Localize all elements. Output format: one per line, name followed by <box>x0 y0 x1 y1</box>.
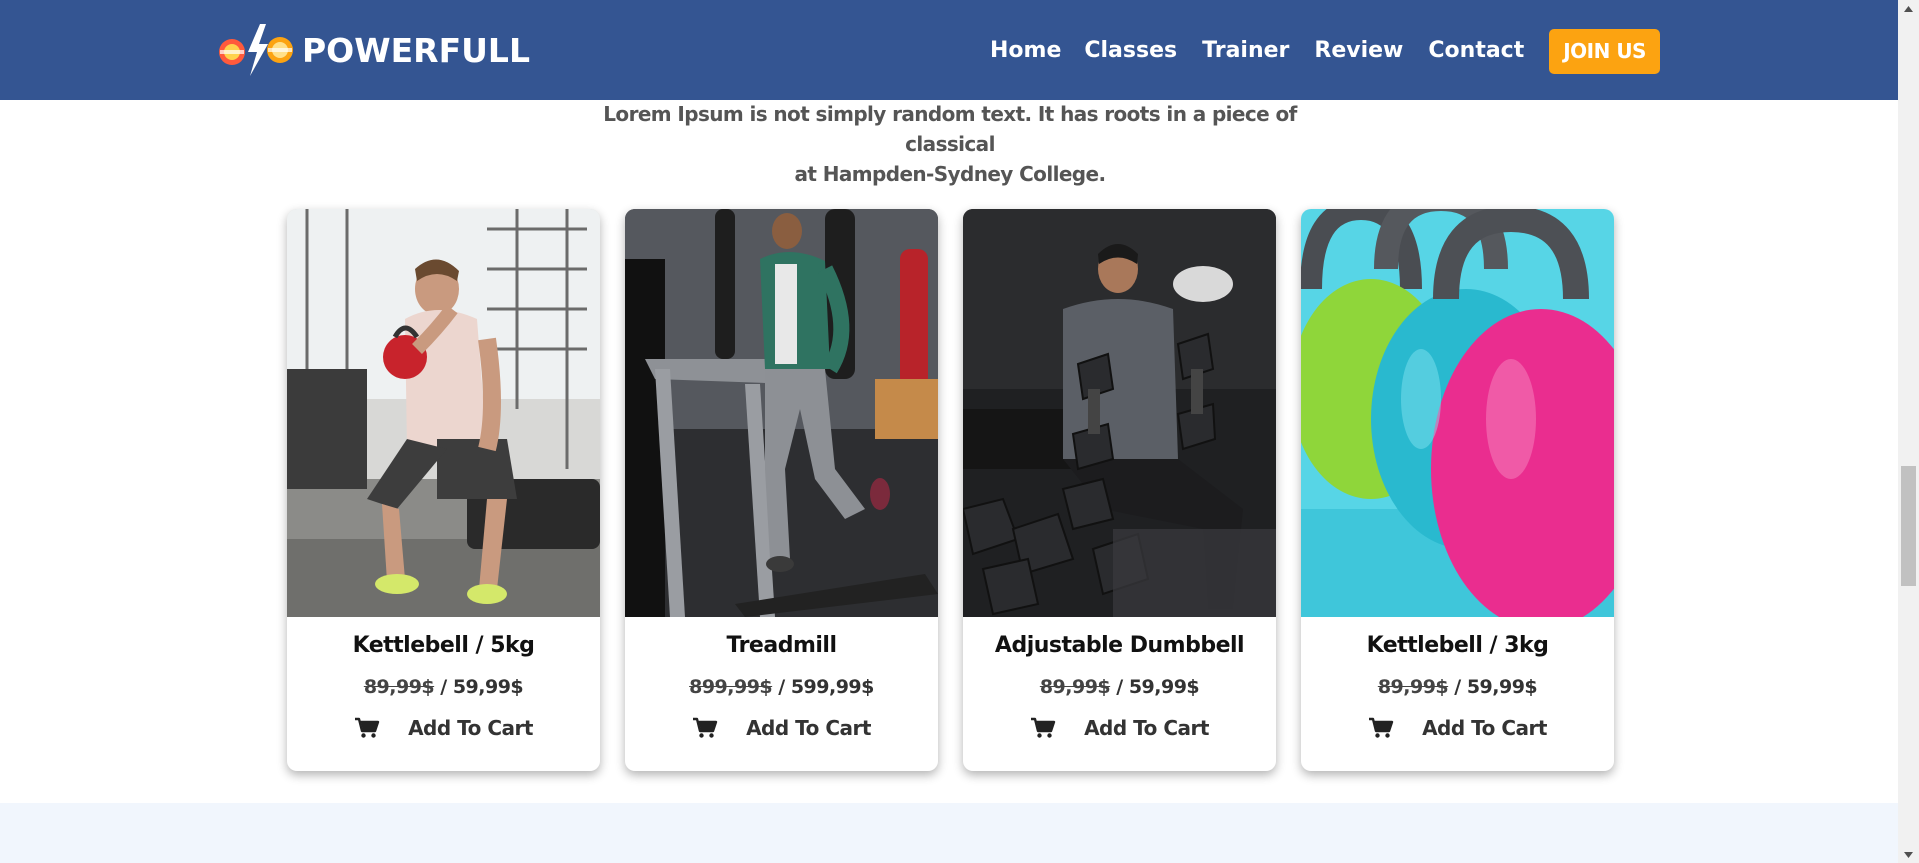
nav-classes[interactable]: Classes <box>1084 28 1177 74</box>
add-to-cart-button[interactable]: Add To Cart <box>1301 716 1614 740</box>
nav-contact[interactable]: Contact <box>1428 28 1524 74</box>
intro-line-1: Lorem Ipsum is not simply random text. I… <box>603 102 1297 156</box>
product-title: Kettlebell / 3kg <box>1366 633 1549 658</box>
intro-line-2: at Hampden-Sydney College. <box>794 162 1107 186</box>
add-to-cart-label: Add To Cart <box>746 716 871 740</box>
price-separator: / <box>1110 676 1129 698</box>
product-price: 899,99$ / 599,99$ <box>625 675 938 699</box>
logo-mark-icon <box>219 24 293 76</box>
navbar: POWERFULL Home Classes Trainer Review Co… <box>0 0 1898 100</box>
old-price: 89,99$ <box>1039 676 1111 698</box>
product-card: Treadmill 899,99$ / 599,99$ Add To Cart <box>625 209 938 771</box>
product-title: Adjustable Dumbbell <box>994 633 1245 658</box>
join-us-button[interactable]: JOIN US <box>1549 28 1660 74</box>
man-on-treadmill-photo <box>625 209 938 617</box>
colored-kettlebells-photo <box>1301 209 1614 617</box>
old-price: 89,99$ <box>1377 676 1449 698</box>
logo-text: POWERFULL <box>302 30 530 70</box>
product-price: 89,99$ / 59,99$ <box>963 675 1276 699</box>
logo[interactable]: POWERFULL <box>214 22 530 78</box>
scroll-down-arrow-icon[interactable] <box>1898 846 1919 863</box>
man-with-dumbbells-photo <box>963 209 1276 617</box>
product-card: Kettlebell / 5kg 89,99$ / 59,99$ Add To … <box>287 209 600 771</box>
cart-icon <box>355 717 380 738</box>
product-price: 89,99$ / 59,99$ <box>1301 675 1614 699</box>
new-price: 59,99$ <box>1466 676 1538 698</box>
add-to-cart-button[interactable]: Add To Cart <box>625 716 938 740</box>
nav-trainer[interactable]: Trainer <box>1202 28 1289 74</box>
new-price: 599,99$ <box>790 676 875 698</box>
vertical-scrollbar[interactable] <box>1898 0 1919 863</box>
old-price: 899,99$ <box>689 676 773 698</box>
add-to-cart-label: Add To Cart <box>408 716 533 740</box>
product-price: 89,99$ / 59,99$ <box>287 675 600 699</box>
scroll-up-arrow-icon[interactable] <box>1898 0 1919 17</box>
price-separator: / <box>434 676 453 698</box>
nav-home[interactable]: Home <box>990 28 1061 74</box>
product-title: Treadmill <box>726 633 837 658</box>
new-price: 59,99$ <box>452 676 524 698</box>
page: POWERFULL Home Classes Trainer Review Co… <box>0 0 1898 863</box>
add-to-cart-button[interactable]: Add To Cart <box>963 716 1276 740</box>
add-to-cart-label: Add To Cart <box>1422 716 1547 740</box>
cart-icon <box>1031 717 1056 738</box>
product-list: Kettlebell / 5kg 89,99$ / 59,99$ Add To … <box>287 209 1614 771</box>
cart-icon <box>1369 717 1394 738</box>
product-card: Adjustable Dumbbell 89,99$ / 59,99$ Add … <box>963 209 1276 771</box>
product-card: Kettlebell / 3kg 89,99$ / 59,99$ Add To … <box>1301 209 1614 771</box>
add-to-cart-button[interactable]: Add To Cart <box>287 716 600 740</box>
add-to-cart-label: Add To Cart <box>1084 716 1209 740</box>
price-separator: / <box>772 676 791 698</box>
price-separator: / <box>1448 676 1467 698</box>
new-price: 59,99$ <box>1128 676 1200 698</box>
cart-icon <box>693 717 718 738</box>
man-with-kettlebell-photo <box>287 209 600 617</box>
old-price: 89,99$ <box>363 676 435 698</box>
main-nav: Home Classes Trainer Review Contact JOIN… <box>990 28 1660 74</box>
scroll-thumb[interactable] <box>1901 466 1916 586</box>
product-title: Kettlebell / 5kg <box>352 633 535 658</box>
next-section-band <box>0 803 1898 863</box>
section-intro: Lorem Ipsum is not simply random text. I… <box>560 99 1340 189</box>
nav-review[interactable]: Review <box>1314 28 1403 74</box>
